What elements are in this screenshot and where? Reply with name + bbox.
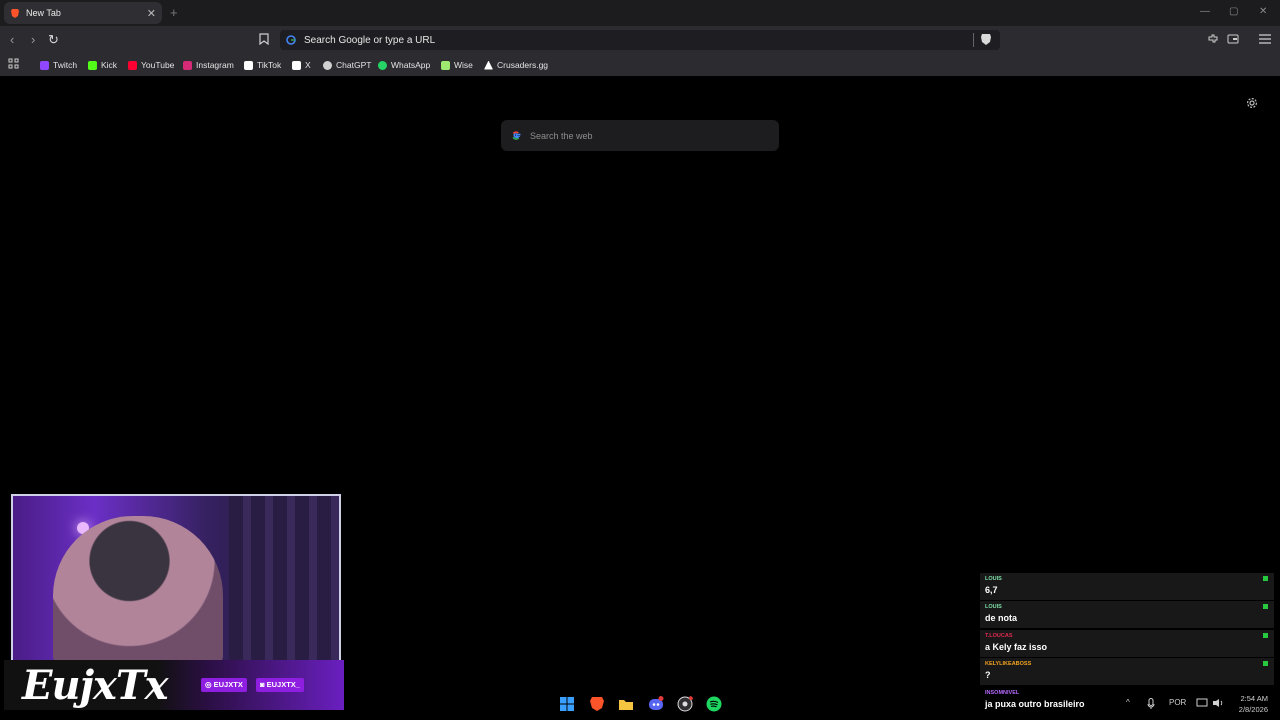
chat-text: de nota [985, 613, 1018, 623]
bookmark-twitch[interactable]: Twitch [40, 58, 77, 72]
bookmark-kick[interactable]: Kick [88, 58, 117, 72]
tab-strip: New Tab ✕ + — ▢ ✕ [0, 0, 1280, 26]
address-bar[interactable]: Search Google or type a URL [280, 30, 1000, 50]
bookmark-crusaders[interactable]: Crusaders.gg [484, 58, 548, 72]
taskbar: ^ POR 2:54 AM 2/8/2026 [0, 688, 1280, 720]
clock-date: 2/8/2026 [1238, 705, 1268, 714]
chat-text: ? [985, 670, 991, 680]
apps-grid-icon[interactable] [8, 58, 19, 69]
gear-icon[interactable] [1246, 97, 1258, 109]
wise-icon [441, 60, 450, 70]
chat-badge-icon [1263, 661, 1268, 666]
network-icon[interactable] [1196, 698, 1208, 708]
microphone-icon[interactable] [1147, 698, 1155, 709]
obs-icon[interactable] [677, 696, 693, 712]
address-bar-divider [973, 33, 974, 47]
menu-icon[interactable] [1259, 34, 1271, 44]
maximize-button[interactable]: ▢ [1229, 6, 1238, 17]
chat-text: a Kely faz isso [985, 642, 1048, 652]
chat-badge-icon [1263, 633, 1268, 638]
bookmark-label: ChatGPT [336, 60, 372, 70]
webcam-streamer [53, 516, 223, 660]
tray-overflow-icon[interactable]: ^ [1126, 698, 1130, 707]
chat-username: LOUIS [985, 604, 1002, 610]
web-search-box[interactable]: Search the web [501, 120, 779, 151]
bookmark-chatgpt[interactable]: ChatGPT [323, 58, 371, 72]
bookmark-label: Kick [101, 60, 118, 70]
clock-time: 2:54 AM [1240, 694, 1268, 703]
google-icon [286, 35, 296, 45]
instagram-icon [183, 60, 192, 70]
minimize-button[interactable]: — [1200, 6, 1210, 17]
chat-message: LOUIS 6,7 [980, 573, 1274, 600]
crusaders-icon [484, 60, 493, 70]
x-icon [292, 60, 301, 70]
bookmark-x[interactable]: X [292, 58, 311, 72]
webcam-background-curtain [229, 496, 339, 660]
bookmark-tiktok[interactable]: TikTok [244, 58, 281, 72]
system-clock[interactable]: 2:54 AM 2/8/2026 [1230, 693, 1268, 715]
spotify-icon[interactable] [706, 696, 722, 712]
chat-message: LOUIS de nota [980, 601, 1274, 628]
bookmark-label: Instagram [196, 60, 234, 70]
window-close-button[interactable]: ✕ [1259, 6, 1267, 17]
chat-badge-icon [1263, 576, 1268, 581]
windows-start-icon[interactable] [559, 696, 575, 712]
twitch-icon [40, 60, 49, 70]
bookmarks-bar: Twitch Kick YouTube Instagram TikTok X C… [0, 54, 1280, 76]
tiktok-icon [244, 60, 253, 70]
chat-message: KELYLIKEABOSS ? [980, 658, 1274, 685]
bookmark-label: X [305, 60, 311, 70]
webcam-overlay [11, 494, 341, 662]
bookmark-label: TikTok [257, 60, 282, 70]
brave-favicon-icon [11, 9, 19, 18]
bookmark-label: Wise [454, 60, 473, 70]
discord-icon[interactable] [648, 696, 664, 712]
language-indicator[interactable]: POR [1169, 698, 1186, 707]
address-bar-placeholder: Search Google or type a URL [304, 34, 436, 46]
chat-badge-icon [1263, 604, 1268, 609]
back-button[interactable]: ‹ [10, 32, 14, 47]
new-tab-button[interactable]: + [170, 5, 178, 20]
chatgpt-icon [323, 60, 332, 70]
bookmark-whatsapp[interactable]: WhatsApp [378, 58, 430, 72]
chat-message: T.LOUCAS a Kely faz isso [980, 630, 1274, 657]
forward-button[interactable]: › [31, 32, 35, 47]
bookmark-label: Twitch [53, 60, 78, 70]
tab-new-tab[interactable]: New Tab ✕ [4, 2, 162, 24]
youtube-icon [128, 60, 137, 70]
bookmark-label: WhatsApp [391, 60, 431, 70]
bookmark-instagram[interactable]: Instagram [183, 58, 234, 72]
volume-icon[interactable] [1212, 698, 1224, 708]
brave-taskbar-icon[interactable] [589, 696, 605, 712]
extensions-icon[interactable] [1207, 33, 1219, 45]
chat-username: T.LOUCAS [985, 633, 1013, 639]
chat-username: LOUIS [985, 576, 1002, 582]
file-explorer-icon[interactable] [618, 696, 634, 712]
bookmark-label: Crusaders.gg [497, 60, 549, 70]
reload-button[interactable]: ↻ [48, 32, 59, 48]
brave-shields-icon[interactable] [980, 33, 992, 46]
kick-icon [88, 60, 97, 70]
tab-title: New Tab [26, 8, 61, 18]
bookmark-wise[interactable]: Wise [441, 58, 473, 72]
chat-username: KELYLIKEABOSS [985, 661, 1032, 667]
bookmark-icon[interactable] [259, 33, 269, 45]
whatsapp-icon [378, 60, 387, 70]
google-icon [512, 131, 521, 140]
bookmark-youtube[interactable]: YouTube [128, 58, 174, 72]
web-search-placeholder: Search the web [530, 130, 593, 141]
bookmark-label: YouTube [141, 60, 175, 70]
chat-text: 6,7 [985, 585, 998, 595]
wallet-icon[interactable] [1227, 33, 1239, 45]
tab-close-icon[interactable]: ✕ [147, 7, 156, 20]
